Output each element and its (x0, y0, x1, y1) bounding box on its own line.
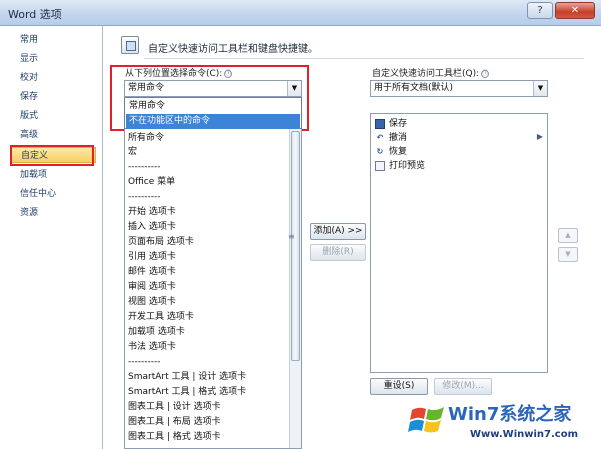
list-item: ---------- (128, 357, 161, 367)
chevron-right-icon: ▶ (536, 132, 543, 141)
list-item[interactable]: 图表工具 | 设计 选项卡 (128, 400, 221, 414)
nav-item-popular[interactable]: 常用 (10, 32, 96, 48)
list-item[interactable]: 插入 选项卡 (128, 220, 176, 234)
list-item[interactable]: 图表工具 | 格式 选项卡 (128, 430, 221, 444)
info-icon: ⓘ (481, 69, 490, 78)
splitter-grip-icon[interactable]: ≡ (288, 232, 295, 241)
print-preview-icon (375, 160, 385, 171)
nav-item-save[interactable]: 保存 (10, 89, 96, 105)
customize-icon (121, 36, 139, 54)
remove-button[interactable]: 删除(R) (310, 244, 366, 261)
toolbar-item-undo[interactable]: ↶ 撤消 (375, 131, 407, 145)
redo-icon: ↻ (376, 146, 384, 156)
window-buttons: ? ✕ (527, 2, 595, 19)
window-title: Word 选项 (8, 8, 62, 21)
list-item[interactable]: 邮件 选项卡 (128, 265, 176, 279)
toolbar-commands-list[interactable]: 保存 ↶ 撤消 ↻ 恢复 打印预览 ▶ (370, 113, 548, 373)
list-item[interactable]: SmartArt 工具 | 格式 选项卡 (128, 385, 246, 399)
customize-toolbar-label: 自定义快速访问工具栏(Q): ⓘ (372, 66, 490, 79)
title-bar: Word 选项 ? ✕ (0, 0, 601, 26)
toolbar-item-label: 恢复 (389, 147, 408, 157)
move-up-button[interactable]: ▲ (558, 228, 578, 243)
list-item[interactable]: 宏 (128, 145, 137, 159)
list-item[interactable]: Office 菜单 (128, 175, 175, 189)
section-header: 自定义快速访问工具栏和键盘快捷键。 (148, 44, 318, 55)
save-icon (375, 118, 385, 129)
nav-item-trust-center[interactable]: 信任中心 (10, 186, 96, 202)
move-down-button[interactable]: ▼ (558, 247, 578, 262)
annotation-highlight-combo (110, 65, 309, 131)
annotation-highlight-nav (10, 145, 94, 166)
modify-button[interactable]: 修改(M)... (434, 378, 492, 395)
toolbar-scope-combo[interactable]: 用于所有文档(默认) ▼ (370, 80, 548, 97)
nav-item-layout[interactable]: 版式 (10, 108, 96, 124)
help-button[interactable]: ? (527, 2, 553, 19)
add-button[interactable]: 添加(A) >> (310, 223, 366, 240)
list-item[interactable]: 视图 选项卡 (128, 295, 176, 309)
nav-item-proofing[interactable]: 校对 (10, 70, 96, 86)
scrollbar-thumb[interactable] (291, 131, 300, 361)
list-item[interactable]: 加载项 选项卡 (128, 325, 185, 339)
nav-item-advanced[interactable]: 高级 (10, 127, 96, 143)
toolbar-scope-value: 用于所有文档(默认) (374, 83, 454, 93)
nav-item-resources[interactable]: 资源 (10, 205, 96, 221)
list-item: ---------- (128, 162, 161, 172)
list-item: ---------- (128, 192, 161, 202)
undo-icon: ↶ (376, 132, 384, 142)
reset-button[interactable]: 重设(S) (370, 378, 428, 395)
toolbar-item-redo[interactable]: ↻ 恢复 (375, 145, 407, 159)
list-item[interactable]: 图表工具 | 布局 选项卡 (128, 415, 221, 429)
list-item[interactable]: 开发工具 选项卡 (128, 310, 194, 324)
toolbar-item-label: 打印预览 (389, 161, 426, 171)
commands-list[interactable]: 所有命令 宏 ---------- Office 菜单 ---------- 开… (124, 129, 302, 449)
close-button[interactable]: ✕ (555, 2, 595, 19)
watermark-brand: Win7系统之家 (448, 404, 572, 425)
list-item[interactable]: 所有命令 (128, 131, 164, 145)
customize-toolbar-text: 自定义快速访问工具栏(Q): (372, 69, 480, 79)
toolbar-item-print-preview[interactable]: 打印预览 (375, 159, 425, 173)
nav-item-addins[interactable]: 加载项 (10, 167, 96, 183)
list-item[interactable]: 审阅 选项卡 (128, 280, 176, 294)
list-item[interactable]: SmartArt 工具 | 设计 选项卡 (128, 370, 246, 384)
watermark-url: Www.Winwin7.com (470, 429, 579, 440)
list-item[interactable]: 书法 选项卡 (128, 340, 176, 354)
header-divider (144, 58, 584, 59)
toolbar-item-label: 撤消 (389, 133, 408, 143)
toolbar-item-save[interactable]: 保存 (375, 117, 407, 131)
nav-item-display[interactable]: 显示 (10, 51, 96, 67)
chevron-down-icon[interactable]: ▼ (533, 81, 547, 96)
list-item[interactable]: 引用 选项卡 (128, 250, 176, 264)
windows-logo-icon (408, 407, 444, 433)
list-scrollbar[interactable] (289, 129, 301, 448)
toolbar-item-label: 保存 (389, 119, 408, 129)
options-nav: 常用 显示 校对 保存 版式 高级 自定义 加载项 信任中心 资源 (0, 26, 103, 449)
list-item[interactable]: 开始 选项卡 (128, 205, 176, 219)
list-item[interactable]: 页面布局 选项卡 (128, 235, 194, 249)
